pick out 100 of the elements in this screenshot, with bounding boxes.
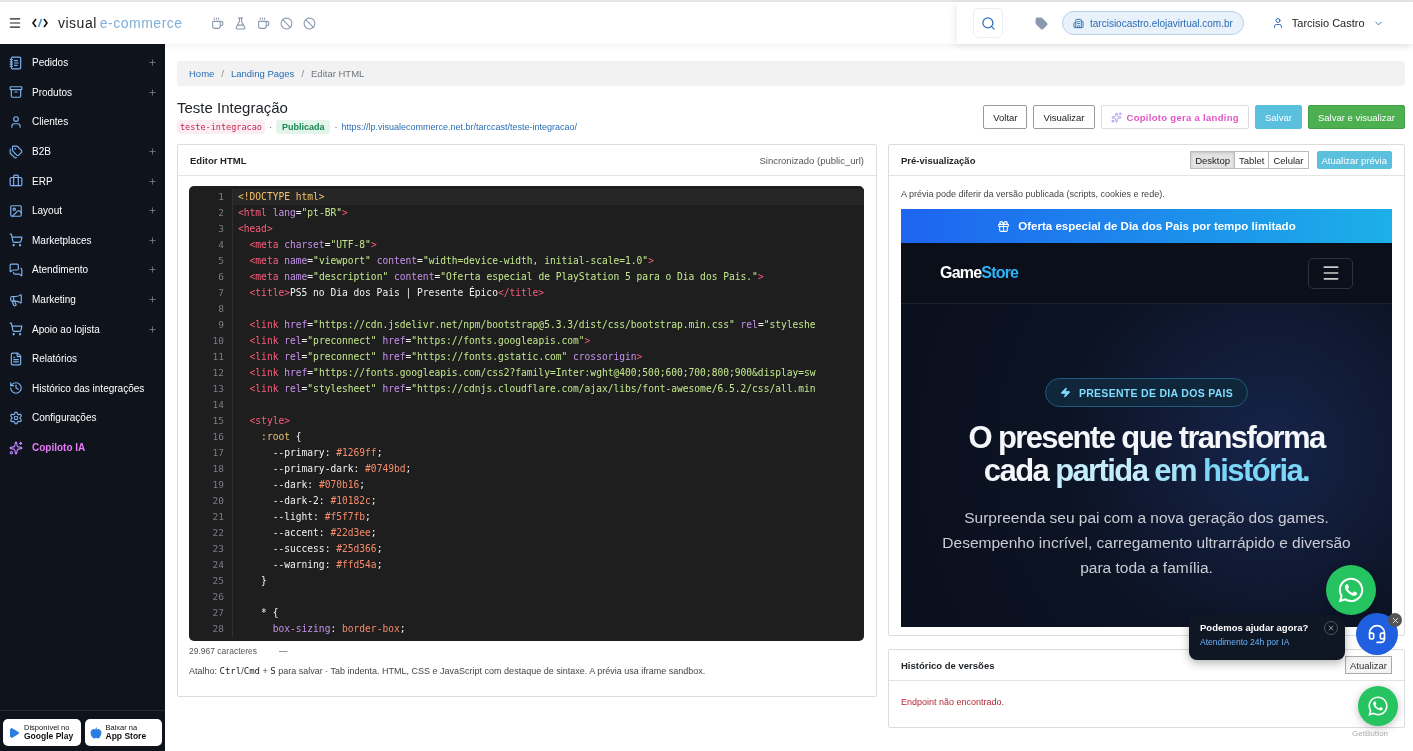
line-number: 24 (211, 558, 225, 572)
sparkles-icon (1110, 111, 1122, 123)
sidebar-item[interactable]: Clientes (0, 107, 165, 137)
code-line: <meta charset="UTF-8"> (248, 239, 377, 250)
page-title: Teste Integração (177, 99, 289, 116)
sidebar-item[interactable]: Layout (0, 195, 165, 226)
code-line: <head> (238, 223, 273, 234)
sidebar-item[interactable]: Produtos (0, 77, 165, 108)
separator-dot: · (268, 122, 272, 132)
menu-button[interactable] (1308, 257, 1353, 289)
code-line: <link href="https://fonts.googleapis.com/css2?family=Inter:wght@400;500;600;700;800;900&display=sw (248, 367, 816, 378)
code-editor[interactable] (189, 186, 864, 641)
megaphone-icon (9, 292, 23, 307)
code-line: <style> (248, 415, 290, 426)
code-line: <link rel="stylesheet" href="https://cdnjs.cloudflare.com/ajax/libs/font-awesome/6.5.2/css/all.min (248, 383, 816, 394)
sidebar-item[interactable]: Relatórios (0, 343, 165, 374)
panel-title: Pré-visualização (901, 154, 976, 166)
ban-icon[interactable] (279, 16, 293, 30)
refresh-history-button[interactable]: Atualizar (1345, 656, 1392, 674)
action-button[interactable]: Voltar (983, 105, 1028, 129)
whatsapp-icon (1337, 576, 1365, 604)
user-icon (9, 115, 23, 129)
close-icon (1390, 615, 1400, 625)
line-number: 17 (211, 446, 225, 460)
bolt-icon (1059, 387, 1071, 398)
dash-text: — (279, 646, 288, 656)
code-line: <link rel="preconnect" href="https://fonts.gstatic.com" crossorigin> (248, 351, 643, 362)
image-icon (9, 203, 23, 218)
line-number: 23 (211, 542, 225, 556)
code-line: --primary: #1269ff; (271, 447, 383, 458)
search-icon (980, 15, 996, 31)
device-toggle[interactable]: Celular (1268, 151, 1309, 169)
play-icon (8, 726, 20, 739)
menu-icon[interactable] (8, 16, 22, 30)
code-line: --dark: #070b16; (271, 479, 366, 490)
line-number: 26 (211, 590, 225, 604)
device-toggle[interactable]: Desktop (1190, 151, 1236, 169)
line-number: 28 (211, 622, 225, 636)
line-number: 11 (211, 350, 225, 364)
current-page-label: Editar HTML (311, 68, 365, 79)
action-button[interactable]: Visualizar (1033, 105, 1095, 129)
line-number: 1 (217, 190, 225, 204)
slash-separator: / (301, 68, 304, 79)
status-badge: Publicada (275, 120, 331, 134)
sidebar-item[interactable]: B2B (0, 136, 165, 167)
code-line: <link rel="preconnect" href="https://fonts.googleapis.com"> (248, 335, 591, 346)
separator-dot: · (334, 122, 338, 132)
banner-text: Oferta especial de Dia dos Pais por tempo limitado (1018, 220, 1296, 232)
tags-icon (9, 144, 23, 159)
line-number: 4 (217, 238, 225, 252)
sidebar-item[interactable]: Marketplaces (0, 225, 165, 256)
ban-icon[interactable] (302, 16, 316, 30)
sidebar-item[interactable]: Apoio ao lojista (0, 314, 165, 344)
search-button[interactable] (973, 8, 1003, 38)
line-number: 6 (217, 270, 225, 284)
store-logo: GameStore (940, 264, 1019, 282)
line-number: 3 (217, 222, 225, 236)
slash-separator: / (221, 68, 224, 79)
sidebar-item[interactable]: ERP (0, 166, 165, 196)
flask-icon[interactable] (233, 16, 247, 30)
code-line: --dark-2: #10182c; (271, 495, 377, 506)
cart-icon (9, 322, 23, 337)
breadcrumb-link[interactable]: Home (189, 68, 215, 79)
tag-icon[interactable] (1035, 16, 1048, 30)
close-icon (1327, 624, 1335, 632)
code-line: --warning: #ffd54a; (271, 559, 383, 570)
line-number: 13 (211, 382, 225, 396)
code-line: <title>PS5 no Dia dos Pais | Presente Épico</title> (248, 287, 545, 298)
notebook-icon (9, 55, 23, 70)
document-icon (9, 351, 23, 366)
public-url-link[interactable]: https://lp.visualecommerce.net.br/tarccast/teste-integracao/ (341, 122, 577, 132)
line-number: 12 (211, 366, 225, 380)
sparkles-icon (9, 440, 23, 455)
history-icon (9, 381, 23, 396)
line-number: 19 (211, 478, 225, 492)
sidebar-item[interactable]: Pedidos (0, 48, 165, 78)
line-number: 25 (211, 574, 225, 588)
line-number: 8 (217, 302, 225, 316)
code-line: } (260, 575, 267, 586)
chat-subtitle: Atendimento 24h por IA (1200, 637, 1291, 647)
sidebar-item[interactable]: Copiloto IA (0, 432, 165, 463)
store-domain-button[interactable]: tarcisiocastro.elojavirtual.com.br (1062, 11, 1244, 35)
user-menu[interactable]: Tarcisio Castro (1265, 16, 1390, 30)
character-count: 29.967 caracteres (189, 646, 258, 656)
device-toggle[interactable]: Tablet (1234, 151, 1270, 169)
code-line: <!DOCTYPE html> (238, 191, 325, 202)
sidebar-item[interactable]: Marketing (0, 284, 165, 315)
line-number: 16 (211, 430, 225, 444)
hero-headline: O presente que transforma cada partida em história. (968, 421, 1325, 487)
error-message: Endpoint não encontrado. (901, 697, 1005, 707)
slug-tag: teste-integracao (177, 120, 265, 134)
code-line: --success: #25d366; (271, 543, 383, 554)
mug-icon[interactable] (210, 16, 224, 30)
building-icon (1073, 17, 1084, 29)
sidebar-item[interactable]: Atendimento (0, 255, 165, 285)
sidebar-item[interactable]: Configurações (0, 403, 165, 433)
sidebar-item[interactable]: Histórico das integrações (0, 373, 165, 404)
line-number: 27 (211, 606, 225, 620)
mug-icon[interactable] (256, 16, 270, 30)
breadcrumb-link[interactable]: Landing Pages (231, 68, 295, 79)
